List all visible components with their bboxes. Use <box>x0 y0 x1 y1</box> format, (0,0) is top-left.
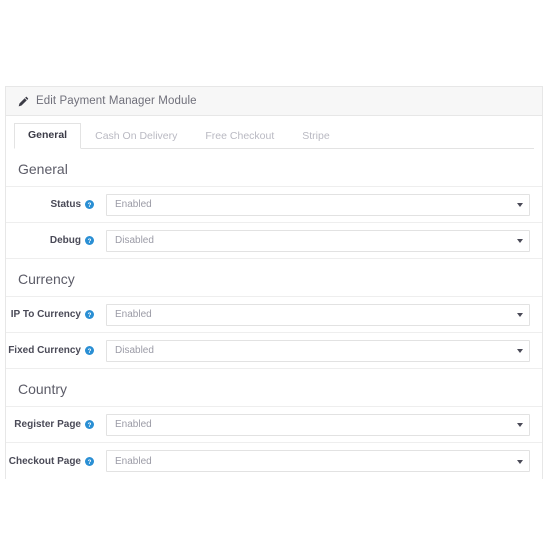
select-debug[interactable]: Disabled <box>106 229 530 252</box>
svg-text:?: ? <box>88 312 92 319</box>
chevron-down-icon <box>517 349 523 353</box>
tabs-container: General Cash On Delivery Free Checkout S… <box>6 116 542 149</box>
form-label-status-text: Status <box>50 199 81 210</box>
tab-list: General Cash On Delivery Free Checkout S… <box>14 123 534 149</box>
form-label-status: Status ? <box>6 199 94 210</box>
form-label-checkout-page: Checkout Page ? <box>6 456 94 467</box>
form-label-ip-to-currency: IP To Currency ? <box>6 309 94 320</box>
help-circle-icon[interactable]: ? <box>85 420 94 429</box>
tab-general[interactable]: General <box>14 123 82 149</box>
select-ip-to-currency[interactable]: Enabled <box>106 303 530 326</box>
svg-text:?: ? <box>88 348 92 355</box>
select-checkout-page[interactable]: Enabled <box>106 450 530 472</box>
svg-text:?: ? <box>88 202 92 209</box>
select-register-page[interactable]: Enabled <box>106 413 530 436</box>
form-row-ip-to-currency: IP To Currency ? Enabled <box>6 297 542 333</box>
form-label-checkout-page-text: Checkout Page <box>8 455 81 467</box>
edit-payment-manager-panel: Edit Payment Manager Module General Cash… <box>5 86 543 479</box>
chevron-down-icon <box>517 459 523 464</box>
help-circle-icon[interactable]: ? <box>85 310 94 319</box>
form-control-ip-to-currency: Enabled <box>94 303 542 326</box>
panel-header: Edit Payment Manager Module <box>6 87 542 116</box>
chevron-down-icon <box>517 313 523 317</box>
panel-title: Edit Payment Manager Module <box>36 95 197 107</box>
tab-stripe[interactable]: Stripe <box>288 124 343 149</box>
select-status[interactable]: Enabled <box>106 193 530 216</box>
section-general: General Status ? Enabled Debug ? Disable… <box>6 149 542 259</box>
svg-text:?: ? <box>88 422 92 429</box>
select-checkout-page-value: Enabled <box>115 455 152 467</box>
form-label-fixed-currency: Fixed Currency ? <box>6 345 94 356</box>
svg-text:?: ? <box>88 458 92 465</box>
select-status-value: Enabled <box>115 199 152 210</box>
form-label-fixed-currency-text: Fixed Currency <box>8 345 81 356</box>
form-control-status: Enabled <box>94 193 542 216</box>
chevron-down-icon <box>517 203 523 207</box>
form-row-register-page: Register Page ? Enabled <box>6 407 542 443</box>
pencil-icon <box>18 96 29 106</box>
svg-text:?: ? <box>88 238 92 245</box>
form-label-register-page-text: Register Page <box>14 419 81 430</box>
select-ip-to-currency-value: Enabled <box>115 309 152 320</box>
chevron-down-icon <box>517 423 523 427</box>
section-country: Country Register Page ? Enabled Checkout… <box>6 369 542 479</box>
help-circle-icon[interactable]: ? <box>85 236 94 245</box>
form-label-debug: Debug ? <box>6 235 94 246</box>
form-label-ip-to-currency-text: IP To Currency <box>10 309 81 320</box>
help-circle-icon[interactable]: ? <box>85 456 94 466</box>
help-circle-icon[interactable]: ? <box>85 200 94 209</box>
tab-cash-on-delivery[interactable]: Cash On Delivery <box>81 124 191 149</box>
form-row-status: Status ? Enabled <box>6 187 542 223</box>
form-control-checkout-page: Enabled <box>94 450 542 472</box>
form-control-debug: Disabled <box>94 229 542 252</box>
help-circle-icon[interactable]: ? <box>85 346 94 355</box>
form-control-register-page: Enabled <box>94 413 542 436</box>
select-debug-value: Disabled <box>115 235 154 246</box>
chevron-down-icon <box>517 239 523 243</box>
select-register-page-value: Enabled <box>115 419 152 430</box>
form-control-fixed-currency: Disabled <box>94 339 542 362</box>
form-label-register-page: Register Page ? <box>6 419 94 430</box>
form-row-fixed-currency: Fixed Currency ? Disabled <box>6 333 542 369</box>
section-title-general: General <box>18 161 68 177</box>
tab-free-checkout[interactable]: Free Checkout <box>191 124 288 149</box>
form-row-debug: Debug ? Disabled <box>6 223 542 259</box>
select-fixed-currency[interactable]: Disabled <box>106 339 530 362</box>
form-label-debug-text: Debug <box>49 235 81 246</box>
form-row-checkout-page: Checkout Page ? Enabled <box>6 443 542 479</box>
section-currency: Currency IP To Currency ? Enabled Fixed … <box>6 259 542 369</box>
select-fixed-currency-value: Disabled <box>115 345 154 356</box>
section-title-currency: Currency <box>18 271 75 287</box>
section-title-country: Country <box>18 381 68 397</box>
